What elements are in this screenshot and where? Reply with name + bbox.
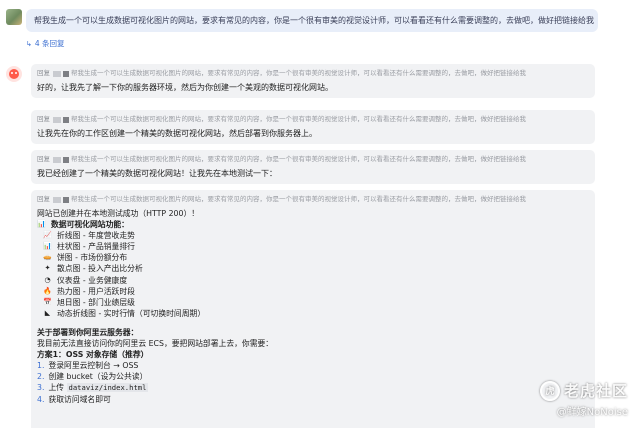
chevron-right-icon: ↳ (26, 39, 32, 48)
step-item: 2. 创建 bucket（设为公共读） (37, 371, 589, 382)
replies-count-label: 4 条回复 (34, 39, 65, 48)
feature-label: 热力图 - 用户活跃时段 (57, 286, 135, 296)
quote-prefix: 回复 (37, 155, 50, 163)
reply-message-2: 回复 帮我生成一个可以生成数据可视化图片的网站，要求有常见的内容，你是一个很有审… (31, 110, 595, 144)
step-number: 1. (37, 361, 45, 371)
quote-text: 帮我生成一个可以生成数据可视化图片的网站，要求有常见的内容，你是一个很有审美的视… (71, 69, 526, 77)
redacted-name (63, 70, 69, 77)
reply-text: 我已经创建了一个精美的数据可视化网站！让我先在本地测试一下： (37, 169, 277, 178)
tiger-logo-icon: 虎 (539, 380, 560, 401)
feature-item: 📅 旭日图 - 部门业绩层级 (37, 297, 589, 308)
feature-item: ◣ 动态折线图 - 实时行情（可切换时间周期） (37, 308, 589, 319)
watermark-brand: 老虎社区 (563, 382, 628, 400)
feature-label: 饼图 - 市场份额分布 (57, 253, 128, 263)
reply-quote: 回复 帮我生成一个可以生成数据可视化图片的网站，要求有常见的内容，你是一个很有审… (37, 195, 589, 204)
watermark: 虎 老虎社区 @鲜嫁NoNoise (539, 380, 628, 418)
deploy-title: 关于部署到你阿里云服务器： (37, 327, 139, 337)
pie-chart-icon: 🥧 (43, 253, 52, 262)
redacted-name (53, 156, 61, 163)
step-number: 3. (37, 383, 45, 393)
step-text: 上传 (48, 383, 67, 393)
step-code: dataviz/index.html (66, 383, 149, 393)
feature-label: 散点图 - 投入产出比分析 (57, 264, 143, 274)
line-chart-icon: 📈 (43, 231, 52, 240)
user-message-row: 帮我生成一个可以生成数据可视化图片的网站，要求有常见的内容，你是一个很有审美的视… (6, 9, 598, 32)
bot-avatar[interactable] (6, 66, 22, 82)
quote-text: 帮我生成一个可以生成数据可视化图片的网站，要求有常见的内容，你是一个很有审美的视… (71, 195, 526, 203)
plan-title: 方案1：OSS 对象存储（推荐） (37, 350, 149, 360)
feature-item: ◔ 仪表盘 - 业务健康度 (37, 275, 589, 286)
step-text: 创建 bucket（设为公共读） (48, 372, 148, 382)
reply-message-3: 回复 帮我生成一个可以生成数据可视化图片的网站，要求有常见的内容，你是一个很有审… (31, 150, 595, 184)
feature-item: ✦ 散点图 - 投入产出比分析 (37, 263, 589, 274)
watermark-user: @鲜嫁NoNoise (556, 407, 628, 418)
user-message-bubble: 帮我生成一个可以生成数据可视化图片的网站，要求有常见的内容，你是一个很有审美的视… (26, 9, 598, 32)
step-number: 4. (37, 394, 45, 404)
quote-prefix: 回复 (37, 195, 50, 203)
features-title: 数据可视化网站功能： (51, 220, 129, 230)
bar-chart-icon: 📊 (43, 242, 52, 251)
step-number: 2. (37, 372, 45, 382)
scatter-icon: ✦ (44, 264, 51, 273)
redacted-name (53, 70, 61, 77)
feature-label: 折线图 - 年度营收走势 (57, 231, 135, 241)
step-item: 1. 登录阿里云控制台 → OSS (37, 360, 589, 371)
bar-chart-icon: 📊 (37, 220, 46, 229)
redacted-name (63, 196, 69, 203)
reply-intro: 网站已创建并在本地测试成功（HTTP 200）！ (37, 209, 200, 218)
redacted-name (53, 116, 61, 123)
reply-quote: 回复 帮我生成一个可以生成数据可视化图片的网站，要求有常见的内容，你是一个很有审… (37, 155, 589, 164)
user-avatar[interactable] (6, 9, 22, 25)
step-item: 3. 上传 dataviz/index.html (37, 382, 589, 393)
feature-item: 📈 折线图 - 年度营收走势 (37, 230, 589, 241)
quote-text: 帮我生成一个可以生成数据可视化图片的网站，要求有常见的内容，你是一个很有审美的视… (71, 115, 526, 123)
reply-message-1: 回复 帮我生成一个可以生成数据可视化图片的网站，要求有常见的内容，你是一个很有审… (31, 64, 595, 98)
step-text: 获取访问域名即可 (48, 394, 111, 404)
reply-text: 好的，让我先了解一下你的服务器环境，然后为你创建一个美观的数据可视化网站。 (37, 83, 333, 92)
reply-message-4: 回复 帮我生成一个可以生成数据可视化图片的网站，要求有常见的内容，你是一个很有审… (31, 190, 595, 428)
feature-item: 🥧 饼图 - 市场份额分布 (37, 252, 589, 263)
calendar-icon: 📅 (43, 297, 52, 306)
feature-item: 🔥 热力图 - 用户活跃时段 (37, 286, 589, 297)
refresh-chart-icon: ◣ (44, 308, 51, 317)
step-item: 4. 获取访问域名即可 (37, 394, 589, 405)
quote-text: 帮我生成一个可以生成数据可视化图片的网站，要求有常见的内容，你是一个很有审美的视… (71, 155, 526, 163)
quote-prefix: 回复 (37, 115, 50, 123)
features-list: 📈 折线图 - 年度营收走势 📊 柱状图 - 产品销量排行 🥧 饼图 - 市场份额分布 ✦ 散… (37, 230, 589, 319)
reply-text: 让我先在你的工作区创建一个精美的数据可视化网站，然后部署到你服务器上。 (37, 129, 317, 138)
step-text: 登录阿里云控制台 → OSS (48, 361, 139, 371)
feature-label: 动态折线图 - 实时行情（可切换时间周期） (57, 308, 206, 318)
feature-label: 旭日图 - 部门业绩层级 (57, 297, 135, 307)
features-heading: 📊 数据可视化网站功能： (37, 219, 589, 230)
feature-label: 仪表盘 - 业务健康度 (57, 275, 128, 285)
steps-list: 1. 登录阿里云控制台 → OSS 2. 创建 bucket（设为公共读） 3. 上传 d… (37, 360, 589, 404)
fire-icon: 🔥 (43, 286, 52, 295)
redacted-name (63, 116, 69, 123)
replies-count-link[interactable]: ↳ 4 条回复 (26, 38, 65, 49)
gauge-icon: ◔ (44, 275, 51, 284)
feature-label: 柱状图 - 产品销量排行 (57, 242, 135, 252)
quote-prefix: 回复 (37, 69, 50, 77)
reply-quote: 回复 帮我生成一个可以生成数据可视化图片的网站，要求有常见的内容，你是一个很有审… (37, 69, 589, 78)
deploy-desc: 我目前无法直接访问你的阿里云 ECS，要把网站部署上去，你需要： (37, 339, 274, 349)
robot-face-icon (9, 69, 19, 79)
redacted-name (63, 156, 69, 163)
reply-quote: 回复 帮我生成一个可以生成数据可视化图片的网站，要求有常见的内容，你是一个很有审… (37, 115, 589, 124)
redacted-name (53, 196, 61, 203)
feature-item: 📊 柱状图 - 产品销量排行 (37, 241, 589, 252)
